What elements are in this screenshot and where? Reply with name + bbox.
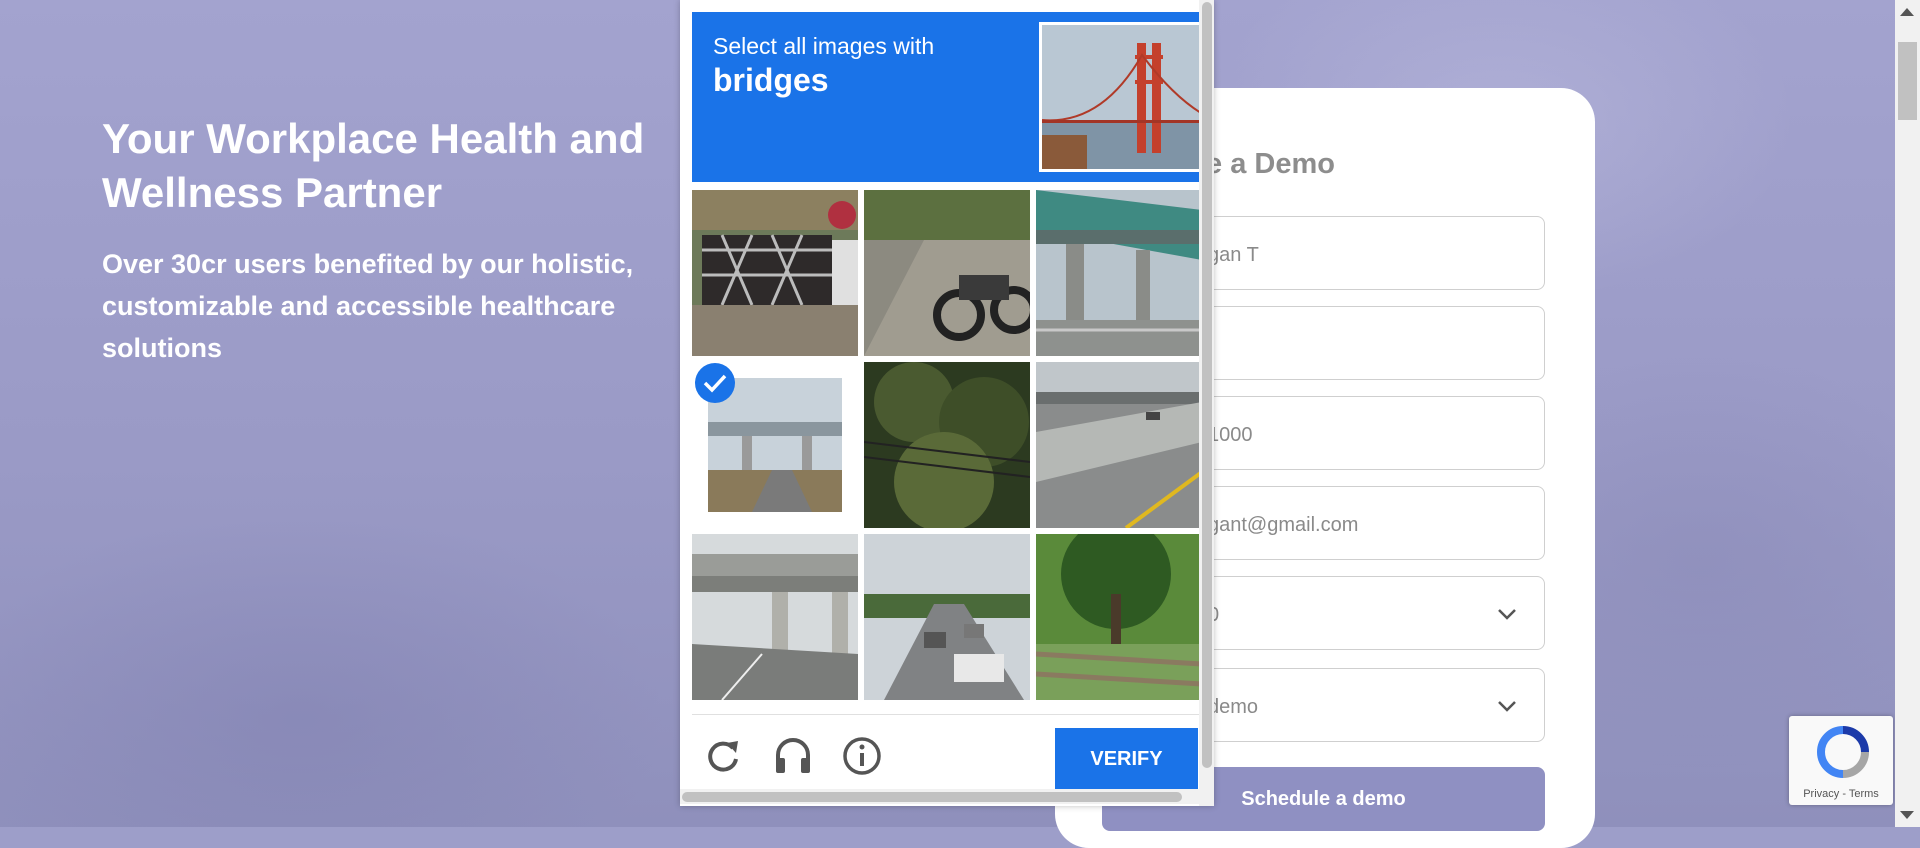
phone-field-value: 1000 xyxy=(1208,424,1253,446)
reload-icon[interactable] xyxy=(702,735,744,777)
name-field-value: gan T xyxy=(1208,244,1259,266)
demo-type-select-value: demo xyxy=(1208,696,1259,718)
page-scroll-thumb[interactable] xyxy=(1898,42,1917,120)
captcha-footer-divider xyxy=(692,714,1212,715)
chevron-down-icon xyxy=(1498,701,1516,712)
captcha-instruction: Select all images with xyxy=(713,33,935,59)
scroll-down-arrow-icon[interactable] xyxy=(1900,811,1914,819)
scroll-up-arrow-icon[interactable] xyxy=(1900,8,1914,16)
hero-title: Your Workplace Health and Wellness Partn… xyxy=(102,115,645,216)
captcha-tile[interactable] xyxy=(692,362,858,528)
email-field-value: gant@gmail.com xyxy=(1208,514,1359,536)
captcha-horizontal-scroll-thumb[interactable] xyxy=(682,792,1182,802)
captcha-tile[interactable] xyxy=(1036,362,1202,528)
chevron-down-icon xyxy=(1498,609,1516,620)
captcha-challenge: Select all images with bridges VERIFY xyxy=(680,0,1214,806)
captcha-tile[interactable] xyxy=(692,190,858,356)
info-icon[interactable] xyxy=(841,735,883,777)
captcha-vertical-scroll-thumb[interactable] xyxy=(1202,2,1212,768)
page-scrollbar[interactable] xyxy=(1895,0,1920,827)
audio-icon[interactable] xyxy=(772,735,814,777)
recaptcha-badge[interactable]: Privacy - Terms xyxy=(1789,716,1893,805)
recaptcha-logo-icon xyxy=(1817,726,1869,778)
captcha-tile[interactable] xyxy=(864,362,1030,528)
hero-subtitle: Over 30cr users benefited by our holisti… xyxy=(102,249,634,363)
captcha-tile[interactable] xyxy=(692,534,858,700)
captcha-tile[interactable] xyxy=(864,190,1030,356)
recaptcha-privacy-terms[interactable]: Privacy - Terms xyxy=(1789,788,1893,800)
captcha-tile[interactable] xyxy=(864,534,1030,700)
captcha-tile[interactable] xyxy=(1036,190,1202,356)
captcha-header: Select all images with bridges xyxy=(692,12,1212,182)
verify-button[interactable]: VERIFY xyxy=(1055,728,1198,790)
captcha-keyword: bridges xyxy=(713,62,829,98)
captcha-sample-image xyxy=(1039,22,1204,172)
captcha-tile[interactable] xyxy=(1036,534,1202,700)
